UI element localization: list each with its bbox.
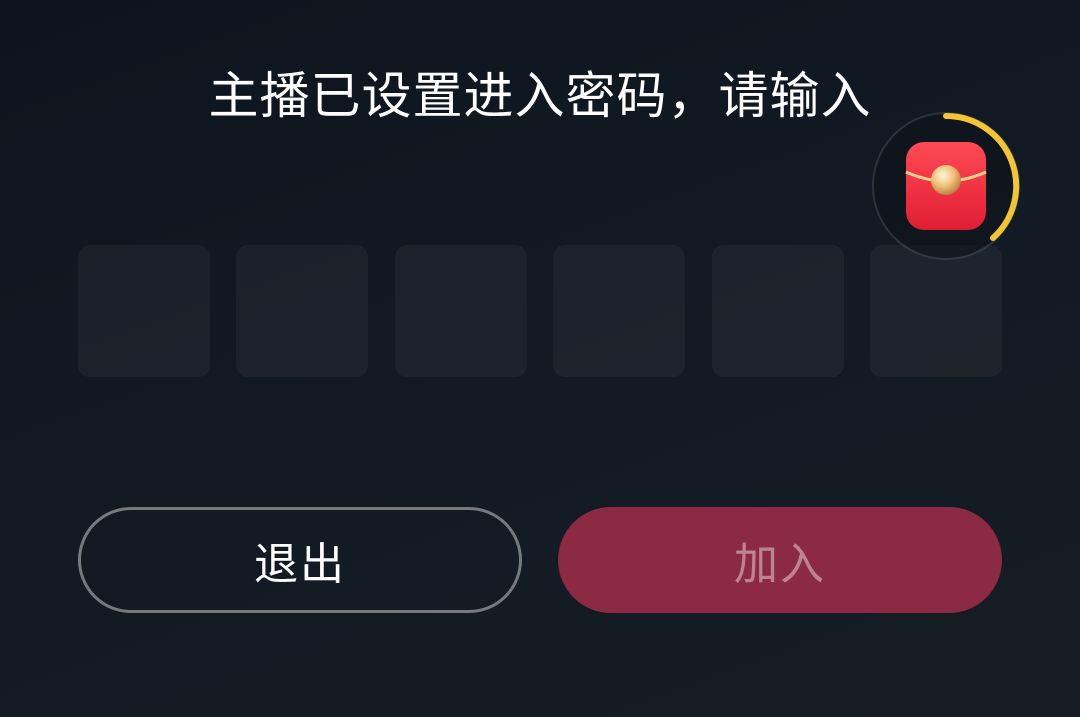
password-digit-box[interactable] bbox=[553, 245, 686, 377]
password-digit-box[interactable] bbox=[869, 245, 1002, 377]
red-packet-widget[interactable] bbox=[870, 110, 1022, 262]
password-digit-box[interactable] bbox=[78, 245, 210, 377]
password-digit-box[interactable] bbox=[711, 245, 844, 377]
join-button[interactable]: 加入 bbox=[558, 507, 1002, 613]
red-packet-icon bbox=[872, 112, 1020, 260]
exit-button[interactable]: 退出 bbox=[78, 507, 522, 613]
password-digit-box[interactable] bbox=[236, 245, 369, 377]
password-digit-box[interactable] bbox=[394, 245, 527, 377]
password-input[interactable] bbox=[78, 245, 1002, 377]
